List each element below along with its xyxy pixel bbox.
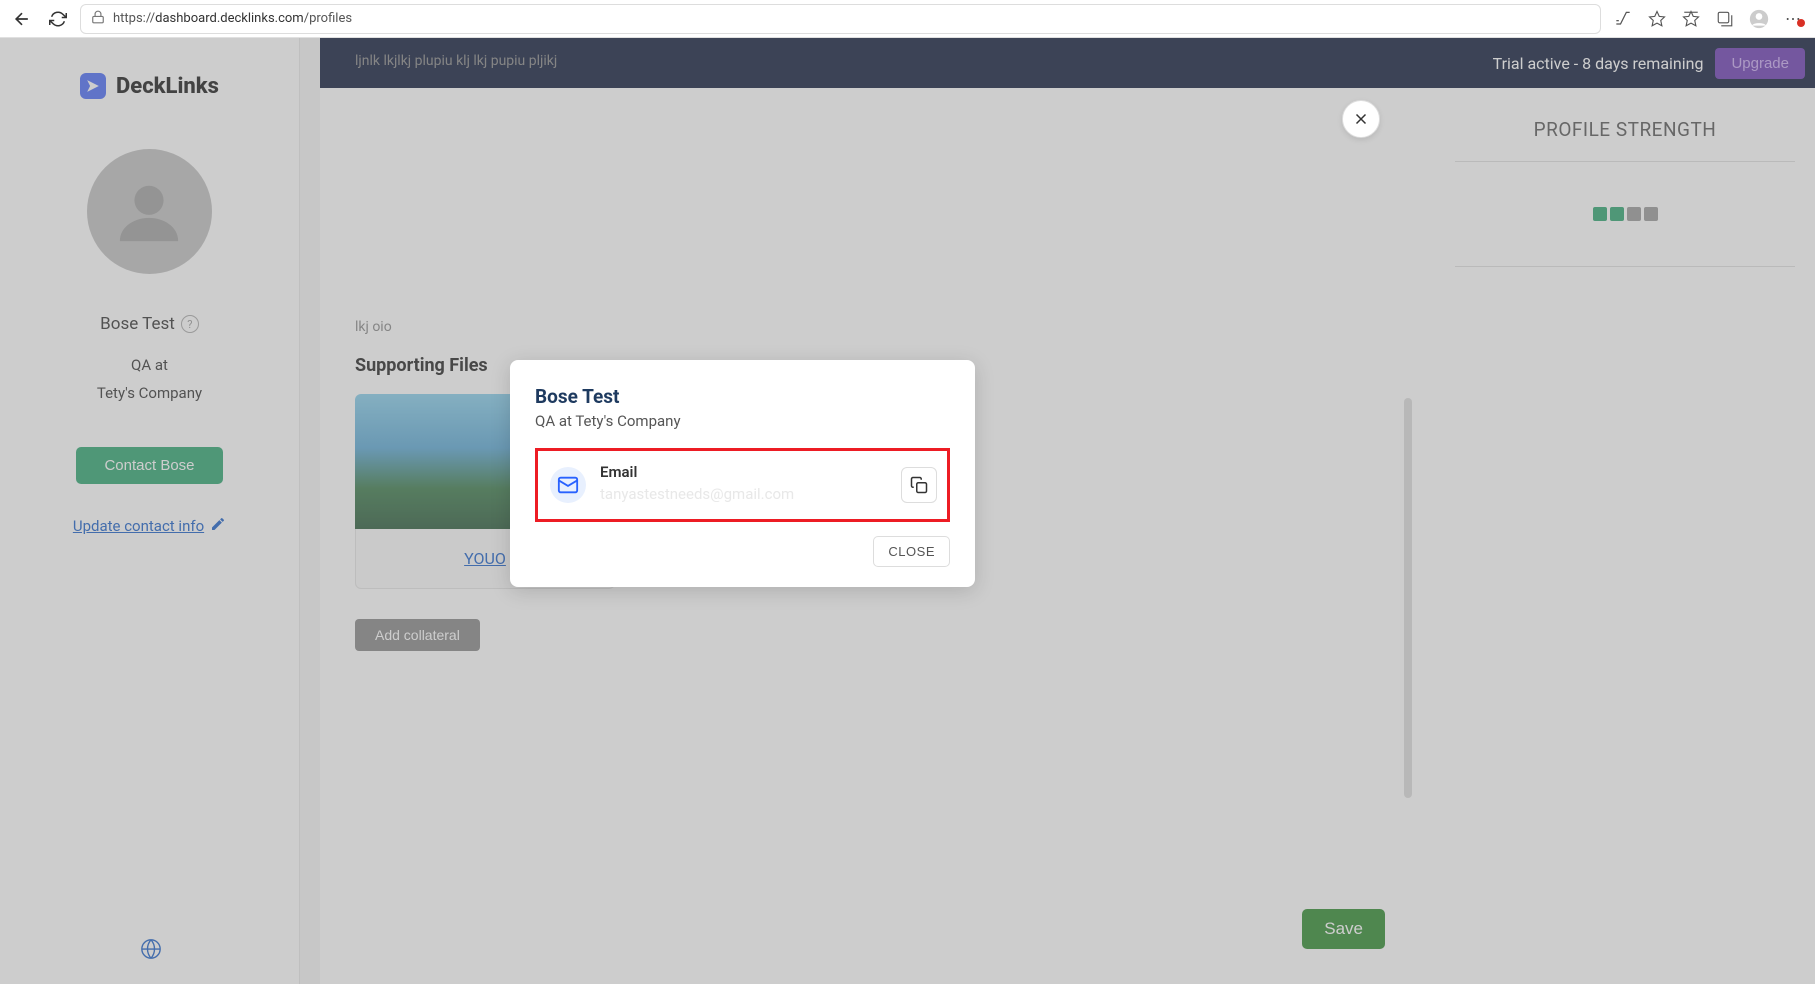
browser-actions: ⋯ [1613,9,1803,29]
email-box: Email tanyastestneeds@gmail.com [535,448,950,522]
back-icon[interactable] [12,9,32,29]
email-column: Email tanyastestneeds@gmail.com [600,463,887,503]
close-button[interactable]: CLOSE [873,536,950,567]
contact-modal: Bose Test QA at Tety's Company Email tan… [510,360,975,587]
modal-close-x-button[interactable] [1342,100,1380,138]
modal-role-company: QA at Tety's Company [535,412,950,430]
email-value: tanyastestneeds@gmail.com [600,485,887,503]
collections-icon[interactable] [1715,9,1735,29]
read-aloud-icon[interactable] [1613,9,1633,29]
email-label: Email [600,463,887,481]
browser-nav [12,9,68,29]
browser-bar: https://dashboard.decklinks.com/profiles… [0,0,1815,38]
url-text: https://dashboard.decklinks.com/profiles [113,11,352,26]
refresh-icon[interactable] [48,9,68,29]
menu-icon[interactable]: ⋯ [1783,9,1803,29]
lock-icon [91,9,105,28]
modal-name: Bose Test [535,385,950,408]
url-bar[interactable]: https://dashboard.decklinks.com/profiles [80,4,1601,34]
copy-icon [910,476,928,494]
copy-button[interactable] [901,467,937,503]
profile-icon[interactable] [1749,9,1769,29]
favorite-icon[interactable] [1647,9,1667,29]
favorites-bar-icon[interactable] [1681,9,1701,29]
email-icon [550,467,586,503]
app-container: DeckLinks Bose Test ? QA at Tety's Compa… [0,38,1815,984]
